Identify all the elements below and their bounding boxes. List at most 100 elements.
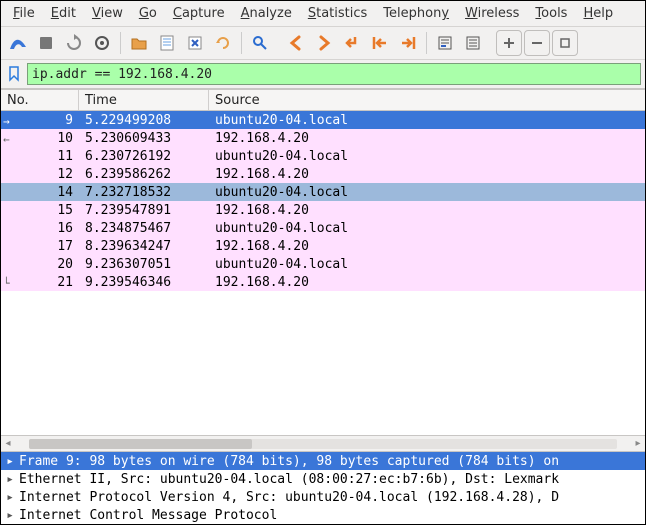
expand-triangle-icon[interactable]: ▸ [5,472,15,487]
cell-source: 192.168.4.20 [209,131,645,146]
packet-row[interactable]: 209.236307051ubuntu20-04.local [1,255,645,273]
go-first-icon[interactable] [367,30,393,56]
cell-source: 192.168.4.20 [209,239,645,254]
cell-source: 192.168.4.20 [209,167,645,182]
packet-list-header[interactable]: No. Time Source [1,89,645,111]
related-packet-arrow-icon: ← [3,133,10,146]
column-header-source[interactable]: Source [209,90,645,110]
cell-time: 5.230609433 [79,131,209,146]
packet-row[interactable]: 21└9.239546346192.168.4.20 [1,273,645,291]
detail-row[interactable]: ▸ Frame 9: 98 bytes on wire (784 bits), 9… [1,452,645,470]
packet-row[interactable]: 178.239634247192.168.4.20 [1,237,645,255]
column-header-no[interactable]: No. [1,90,79,110]
toolbar [1,27,645,60]
menu-capture[interactable]: Capture [167,4,231,23]
cell-source: 192.168.4.20 [209,275,645,290]
menu-help[interactable]: Help [577,4,619,23]
stop-capture-icon[interactable] [33,30,59,56]
expand-triangle-icon[interactable]: ▸ [5,454,15,469]
packet-list-empty-area [1,291,645,435]
cell-source: ubuntu20-04.local [209,221,645,236]
colorize-icon[interactable] [460,30,486,56]
menu-wireless[interactable]: Wireless [459,4,525,23]
menu-go[interactable]: Go [133,4,163,23]
go-last-icon[interactable] [395,30,421,56]
cell-no: 20 [1,257,79,272]
cell-no: 12 [1,167,79,182]
shark-fin-icon[interactable] [5,30,31,56]
cell-no: 9→ [1,113,79,128]
cell-no: 17 [1,239,79,254]
cell-source: 192.168.4.20 [209,203,645,218]
cell-time: 9.239546346 [79,275,209,290]
detail-text: Internet Control Message Protocol [19,508,277,523]
detail-row[interactable]: ▸Ethernet II, Src: ubuntu20-04.local (08… [1,470,645,488]
cell-no: 10← [1,131,79,146]
cell-time: 9.236307051 [79,257,209,272]
cell-source: ubuntu20-04.local [209,149,645,164]
cell-no: 14 [1,185,79,200]
open-file-icon[interactable] [126,30,152,56]
expand-triangle-icon[interactable]: ▸ [5,508,15,523]
packet-details-pane[interactable]: ▸ Frame 9: 98 bytes on wire (784 bits), 9… [1,451,645,524]
cell-time: 5.229499208 [79,113,209,128]
jump-to-icon[interactable] [339,30,365,56]
packet-row[interactable]: 116.230726192ubuntu20-04.local [1,147,645,165]
close-file-icon[interactable] [182,30,208,56]
tree-end-icon: └ [3,277,10,290]
detail-row[interactable]: ▸ Internet Protocol Version 4, Src: ubunt… [1,488,645,506]
menu-view[interactable]: View [86,4,129,23]
scroll-right-icon[interactable]: ▸ [631,438,645,449]
cell-no: 11 [1,149,79,164]
expand-triangle-icon[interactable]: ▸ [5,490,15,505]
menu-statistics[interactable]: Statistics [302,4,373,23]
zoom-reset-icon[interactable] [552,30,578,56]
restart-capture-icon[interactable] [61,30,87,56]
packet-row[interactable]: 168.234875467ubuntu20-04.local [1,219,645,237]
menubar: File Edit View Go Capture Analyze Statis… [1,1,645,27]
packet-row[interactable]: 147.232718532ubuntu20-04.local [1,183,645,201]
filter-bar [1,60,645,89]
cell-source: ubuntu20-04.local [209,185,645,200]
filter-bookmark-icon[interactable] [5,65,23,83]
packet-list-hscrollbar[interactable]: ◂ ▸ [1,435,645,451]
menu-edit[interactable]: Edit [45,4,82,23]
auto-scroll-icon[interactable] [432,30,458,56]
scroll-left-icon[interactable]: ◂ [1,438,15,449]
display-filter-input[interactable] [32,67,636,82]
detail-text: Frame 9: 98 bytes on wire (784 bits), 98… [19,454,559,469]
cell-time: 6.239586262 [79,167,209,182]
menu-analyze[interactable]: Analyze [235,4,298,23]
zoom-in-icon[interactable] [496,30,522,56]
capture-options-icon[interactable] [89,30,115,56]
go-back-icon[interactable] [283,30,309,56]
menu-tools[interactable]: Tools [529,4,573,23]
cell-time: 7.239547891 [79,203,209,218]
go-forward-icon[interactable] [311,30,337,56]
menu-telephony[interactable]: Telephony [377,4,455,23]
zoom-out-icon[interactable] [524,30,550,56]
scroll-thumb[interactable] [29,439,252,449]
packet-row[interactable]: 9→5.229499208ubuntu20-04.local [1,111,645,129]
column-header-time[interactable]: Time [79,90,209,110]
cell-time: 6.230726192 [79,149,209,164]
packet-row[interactable]: 157.239547891192.168.4.20 [1,201,645,219]
detail-text: Internet Protocol Version 4, Src: ubuntu… [19,490,559,505]
packet-row[interactable]: 126.239586262192.168.4.20 [1,165,645,183]
related-packet-arrow-icon: → [3,115,10,128]
packet-rows[interactable]: 9→5.229499208ubuntu20-04.local10←5.23060… [1,111,645,291]
cell-time: 8.239634247 [79,239,209,254]
packet-row[interactable]: 10←5.230609433192.168.4.20 [1,129,645,147]
find-icon[interactable] [247,30,273,56]
display-filter-field[interactable] [27,63,641,85]
cell-source: ubuntu20-04.local [209,257,645,272]
reload-file-icon[interactable] [210,30,236,56]
save-file-icon[interactable] [154,30,180,56]
menu-file[interactable]: File [7,4,41,23]
cell-source: ubuntu20-04.local [209,113,645,128]
cell-no: 16 [1,221,79,236]
cell-time: 7.232718532 [79,185,209,200]
cell-no: 21└ [1,275,79,290]
detail-row[interactable]: ▸ Internet Control Message Protocol [1,506,645,524]
cell-no: 15 [1,203,79,218]
